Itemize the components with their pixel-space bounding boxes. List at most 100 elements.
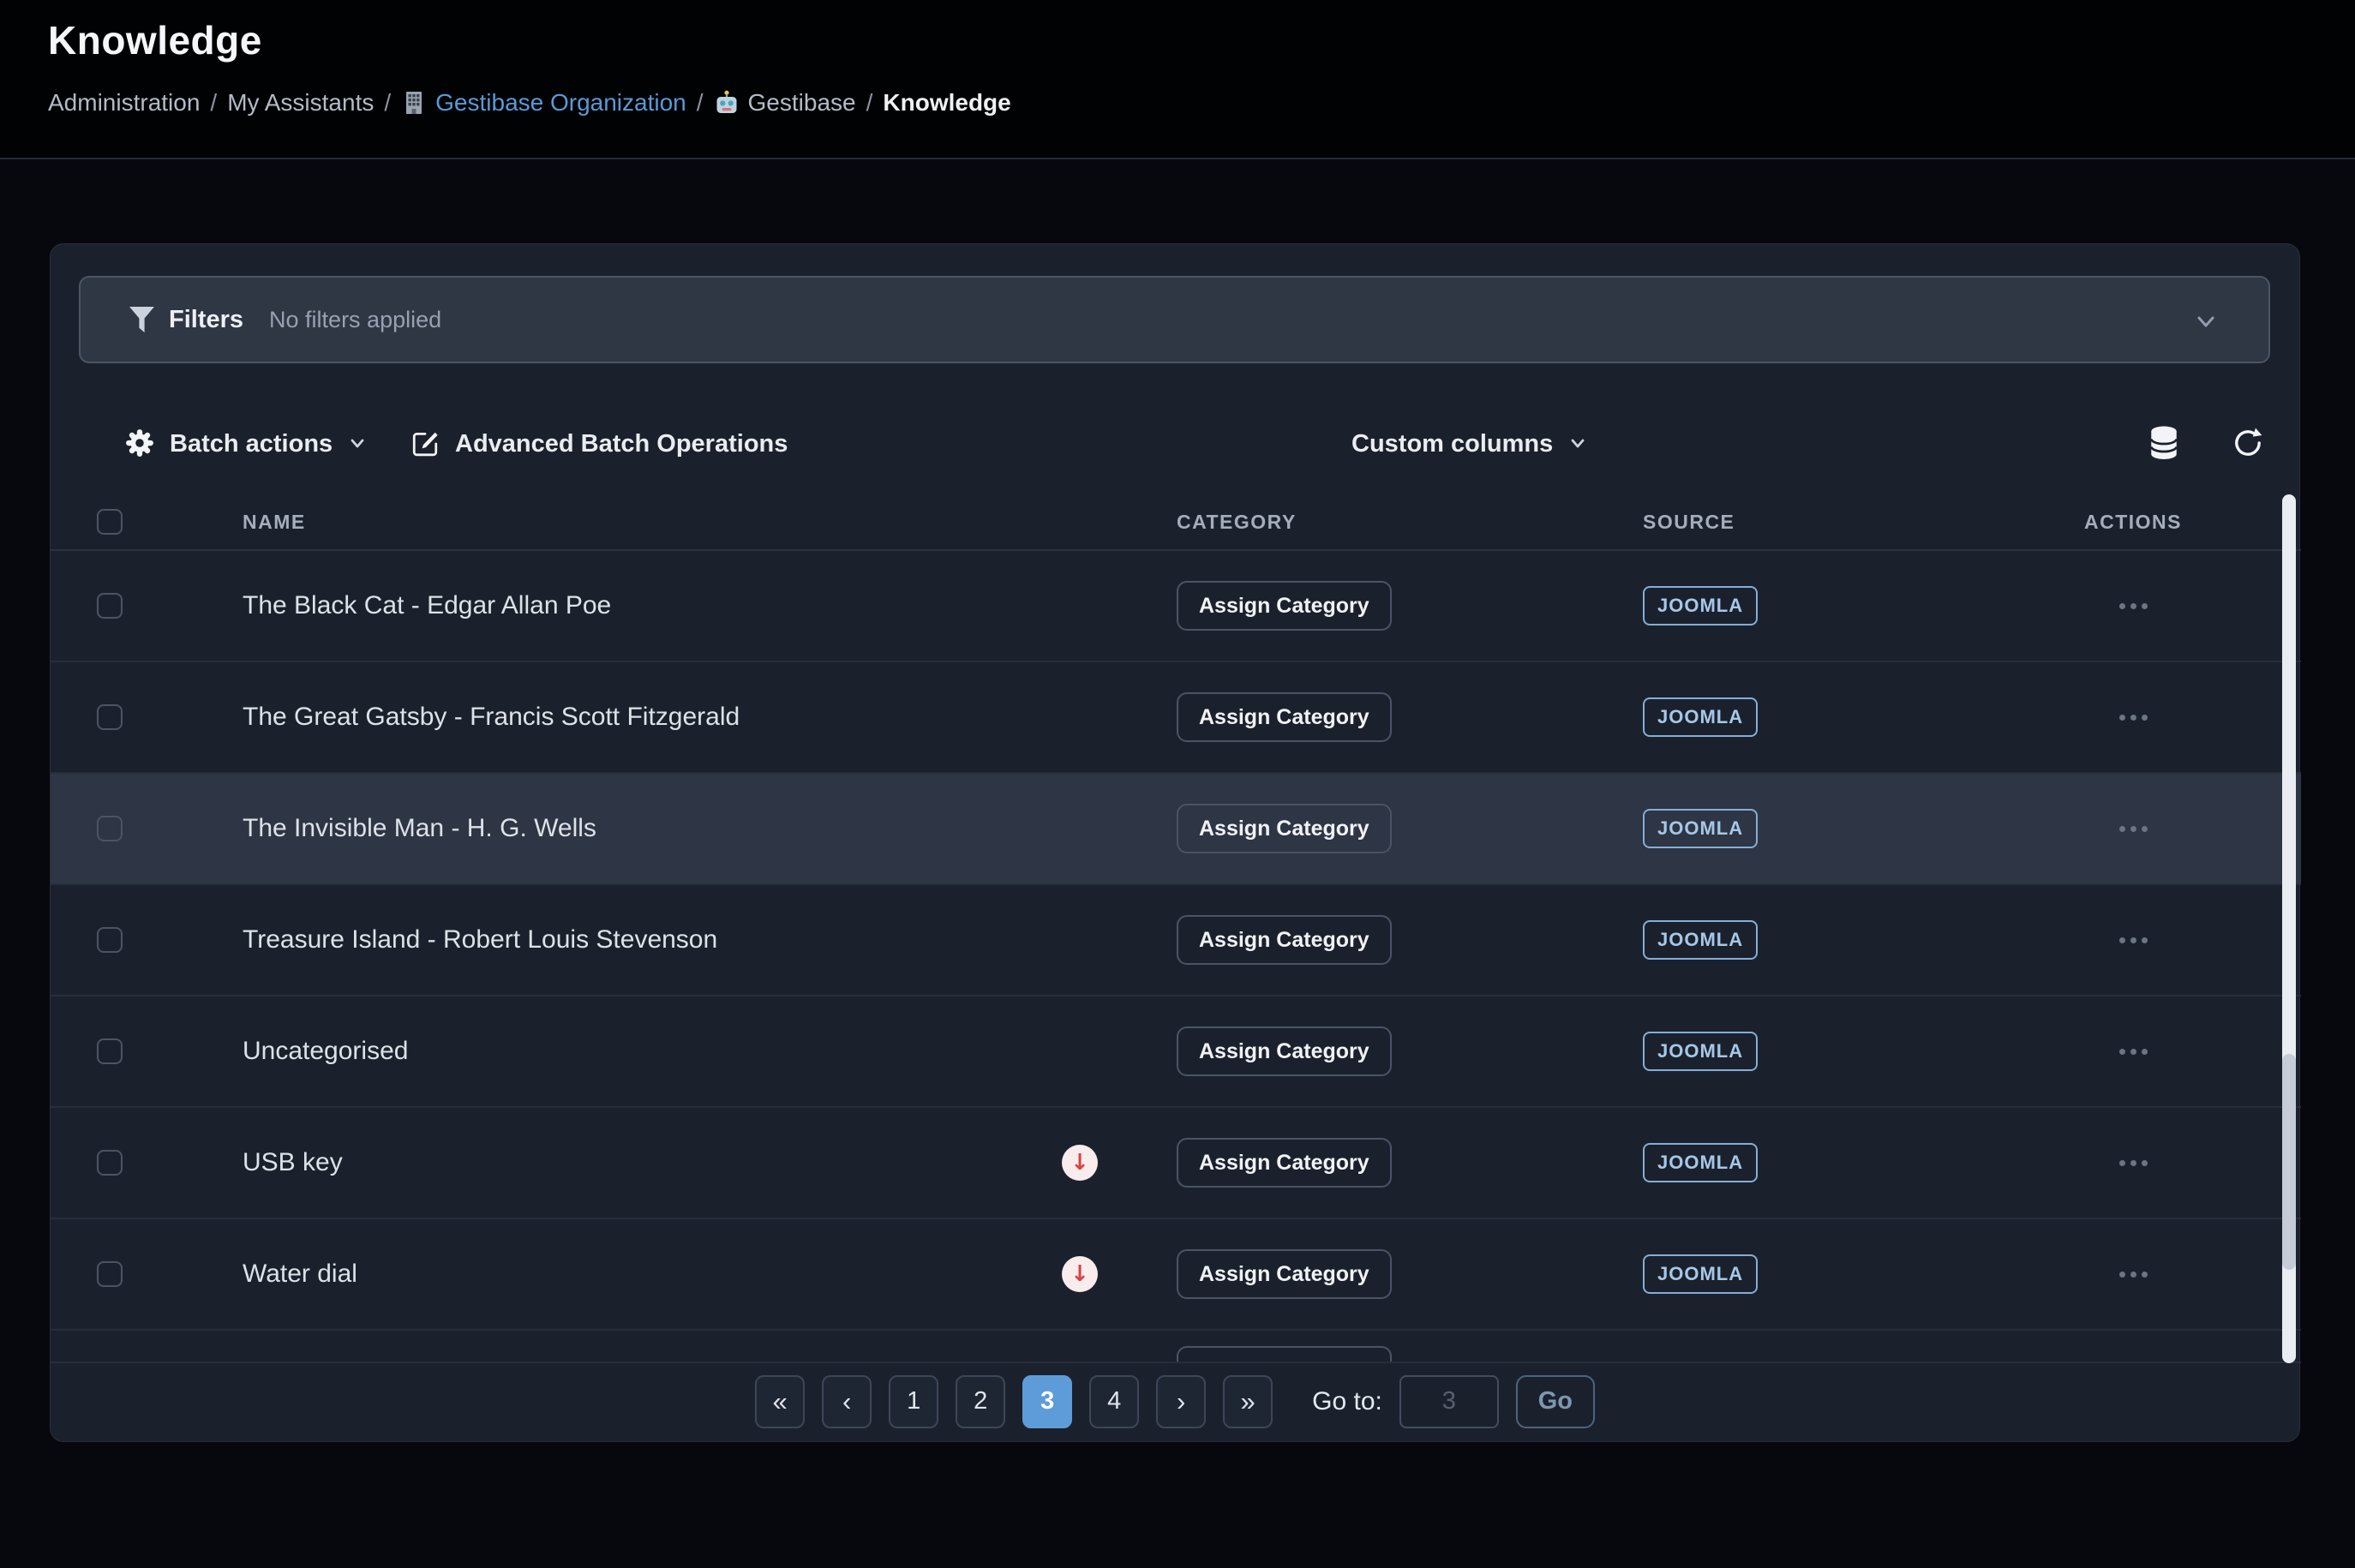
row-actions-menu[interactable] (2108, 595, 2159, 618)
row-actions-menu[interactable] (2108, 1152, 2159, 1175)
row-name: Uncategorised (243, 1037, 408, 1066)
row-checkbox[interactable] (97, 927, 123, 953)
table-row[interactable]: Treasure Island - Robert Louis Stevenson… (51, 885, 2301, 996)
source-badge: JOOMLA (1643, 920, 1758, 960)
goto-page-input[interactable] (1399, 1375, 1499, 1428)
assign-category-button[interactable]: Assign Category (1177, 692, 1392, 742)
scrollbar-thumb[interactable] (2282, 1054, 2296, 1270)
chevron-down-icon (1568, 434, 1587, 455)
column-header-name: NAME (243, 511, 1177, 534)
row-checkbox[interactable] (97, 1038, 123, 1064)
database-button[interactable] (2148, 395, 2179, 493)
pagination: « ‹ 1234 › » Go to: Go (51, 1362, 2299, 1441)
breadcrumb-item-administration[interactable]: Administration (48, 89, 200, 117)
refresh-button[interactable] (2232, 395, 2264, 493)
assign-category-button[interactable]: Assign Category (1177, 581, 1392, 631)
advanced-batch-operations-button[interactable]: Advanced Batch Operations (410, 395, 788, 493)
row-actions-menu[interactable] (2108, 817, 2159, 841)
table-header-row: NAME CATEGORY SOURCE ACTIONS (51, 494, 2301, 551)
custom-columns-button[interactable]: Custom columns (1351, 395, 1587, 493)
table-row[interactable]: The Great Gatsby - Francis Scott Fitzger… (51, 662, 2301, 774)
pagination-page-4[interactable]: 4 (1089, 1375, 1139, 1428)
assign-category-button[interactable]: Assign Category (1177, 915, 1392, 965)
source-badge: JOOMLA (1643, 1143, 1758, 1182)
row-actions-menu[interactable] (2108, 1263, 2159, 1286)
breadcrumb-separator: / (866, 89, 873, 117)
edit-square-icon (410, 428, 440, 460)
table-row[interactable]: The Invisible Man - H. G. Wells ↓ Assign… (51, 774, 2301, 885)
breadcrumb-separator: / (210, 89, 217, 117)
row-name: USB key (243, 1148, 343, 1177)
page-header: Knowledge Administration / My Assistants / … (0, 0, 2355, 159)
breadcrumb-item-knowledge: Knowledge (883, 89, 1010, 117)
filters-status: No filters applied (269, 307, 441, 333)
building-emoji-icon (401, 90, 427, 116)
breadcrumb: Administration / My Assistants / Gestibase … (48, 89, 1011, 117)
red-down-arrow-icon: ↓ (1062, 1256, 1098, 1292)
filters-label: Filters (169, 306, 243, 334)
knowledge-table: NAME CATEGORY SOURCE ACTIONS The Black C… (51, 494, 2301, 1363)
pagination-page-1[interactable]: 1 (889, 1375, 938, 1428)
assign-category-button[interactable]: Assign Category (1177, 1249, 1392, 1299)
column-header-source: SOURCE (1643, 511, 2082, 534)
source-badge: JOOMLA (1643, 1254, 1758, 1294)
red-down-arrow-icon: ↓ (1062, 1145, 1098, 1181)
pagination-next-button[interactable]: › (1156, 1375, 1206, 1428)
breadcrumb-separator: / (697, 89, 704, 117)
knowledge-panel: Filters No filters applied Batc (50, 243, 2300, 1442)
batch-actions-button[interactable]: Batch actions (125, 395, 367, 493)
row-name: Water dial (243, 1260, 357, 1289)
robot-emoji-icon (714, 90, 740, 116)
column-header-actions: ACTIONS (2082, 511, 2184, 534)
database-icon (2148, 426, 2179, 463)
page-title: Knowledge (48, 17, 262, 63)
row-actions-menu[interactable] (2108, 706, 2159, 729)
batch-actions-label: Batch actions (170, 430, 333, 458)
table-row[interactable]: USB key ↓ Assign Category JOOMLA (51, 1108, 2301, 1219)
row-actions-menu[interactable] (2108, 1040, 2159, 1063)
table-row[interactable]: ↓ Assign Category (51, 1331, 2301, 1363)
row-checkbox[interactable] (97, 593, 123, 619)
row-actions-menu[interactable] (2108, 929, 2159, 952)
breadcrumb-item-my-assistants[interactable]: My Assistants (227, 89, 374, 117)
assign-category-button[interactable]: Assign Category (1177, 1346, 1392, 1363)
table-row[interactable]: Uncategorised ↓ Assign Category JOOMLA (51, 996, 2301, 1108)
pagination-prev-button[interactable]: ‹ (822, 1375, 872, 1428)
pagination-page-3[interactable]: 3 (1022, 1375, 1072, 1428)
select-all-checkbox[interactable] (97, 509, 123, 535)
table-row[interactable]: Water dial ↓ Assign Category JOOMLA (51, 1219, 2301, 1331)
advanced-batch-operations-label: Advanced Batch Operations (455, 430, 788, 458)
row-name: The Great Gatsby - Francis Scott Fitzger… (243, 703, 740, 732)
assign-category-button[interactable]: Assign Category (1177, 1026, 1392, 1076)
row-checkbox[interactable] (97, 704, 123, 730)
source-badge: JOOMLA (1643, 586, 1758, 625)
row-name: The Invisible Man - H. G. Wells (243, 814, 596, 843)
goto-label: Go to: (1312, 1387, 1382, 1416)
go-button[interactable]: Go (1516, 1375, 1595, 1428)
row-name: The Black Cat - Edgar Allan Poe (243, 591, 611, 620)
chevron-down-icon[interactable] (2193, 308, 2219, 338)
breadcrumb-item-gestibase[interactable]: Gestibase (714, 89, 856, 117)
table-toolbar: Batch actions Advanced Batch Operations … (51, 395, 2299, 493)
pagination-first-button[interactable]: « (755, 1375, 805, 1428)
row-checkbox[interactable] (97, 1150, 123, 1176)
refresh-icon (2232, 427, 2264, 462)
funnel-icon (129, 306, 155, 334)
breadcrumb-separator: / (384, 89, 391, 117)
source-badge: JOOMLA (1643, 809, 1758, 848)
assign-category-button[interactable]: Assign Category (1177, 804, 1392, 853)
pagination-page-2[interactable]: 2 (956, 1375, 1005, 1428)
source-badge: JOOMLA (1643, 697, 1758, 737)
custom-columns-label: Custom columns (1351, 430, 1553, 458)
filters-bar[interactable]: Filters No filters applied (79, 276, 2270, 363)
assign-category-button[interactable]: Assign Category (1177, 1138, 1392, 1188)
pagination-last-button[interactable]: » (1223, 1375, 1273, 1428)
table-row[interactable]: The Black Cat - Edgar Allan Poe ↓ Assign… (51, 551, 2301, 662)
gear-icon (125, 428, 154, 460)
row-checkbox[interactable] (97, 816, 123, 841)
row-checkbox[interactable] (97, 1261, 123, 1287)
source-badge: JOOMLA (1643, 1032, 1758, 1071)
vertical-scrollbar[interactable] (2282, 494, 2296, 1363)
breadcrumb-item-gestibase-organization[interactable]: Gestibase Organization (401, 89, 686, 117)
column-header-category: CATEGORY (1177, 511, 1643, 534)
